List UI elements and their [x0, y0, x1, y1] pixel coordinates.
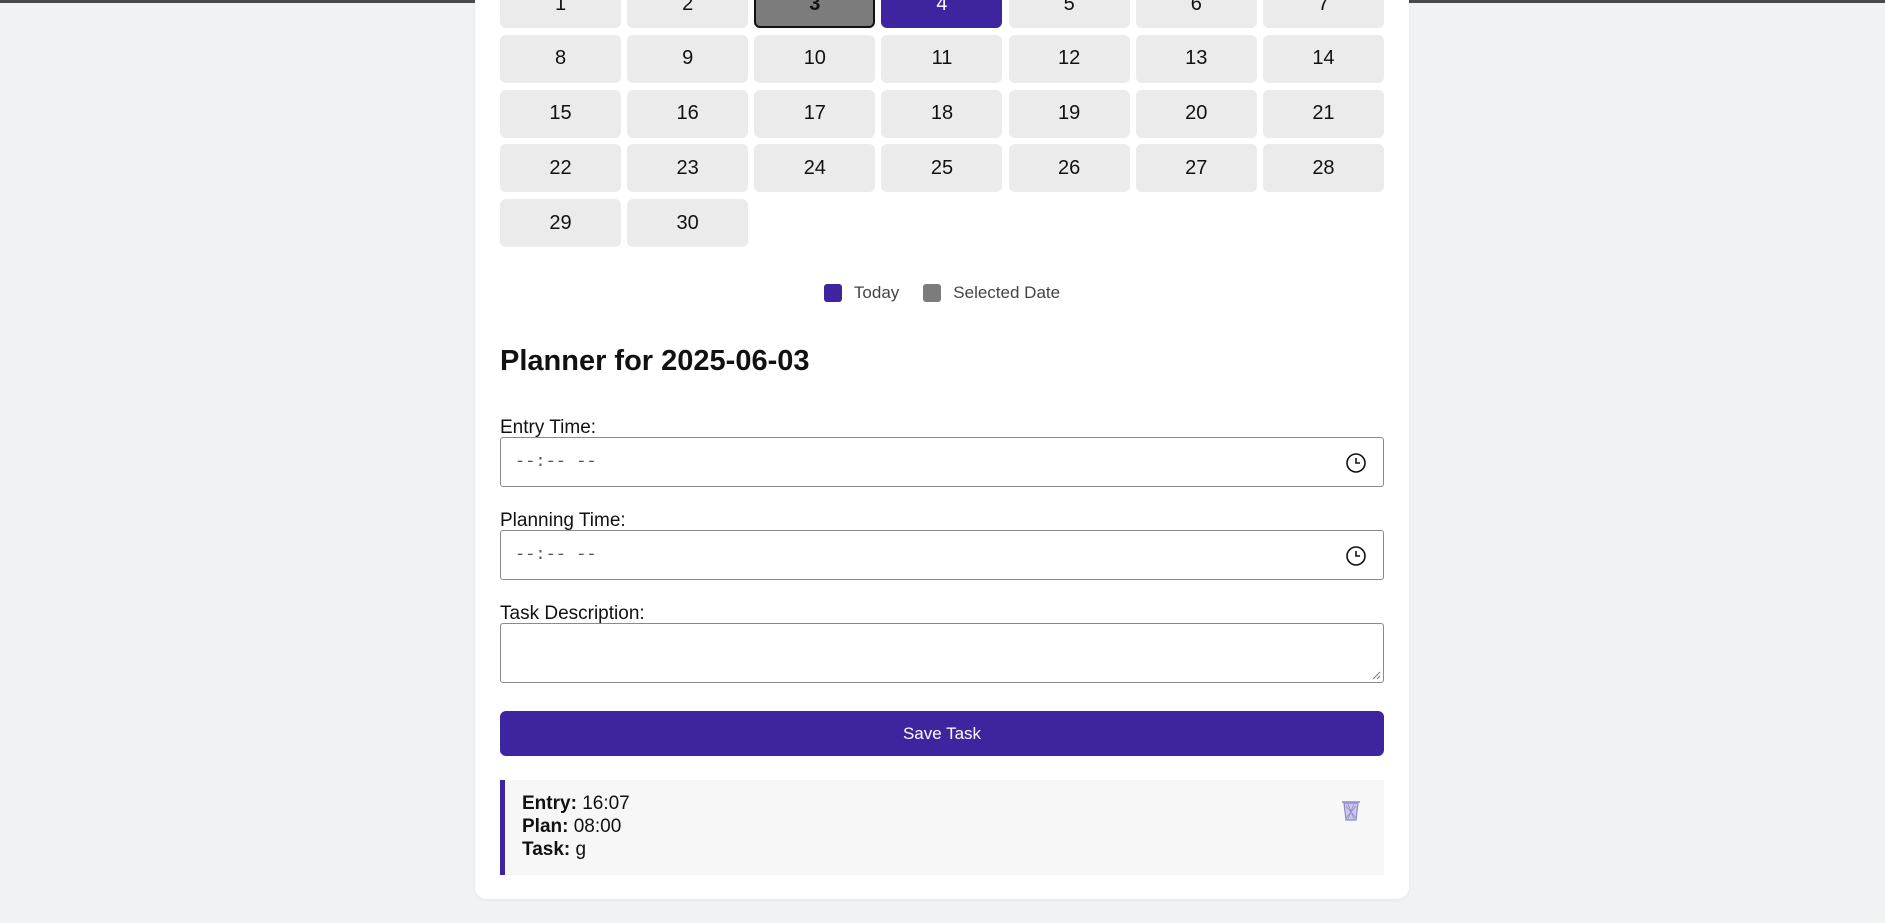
calendar-day[interactable]: 15: [500, 89, 621, 138]
calendar-day[interactable]: 23: [627, 144, 749, 193]
calendar-day[interactable]: 18: [881, 89, 1003, 138]
task-description-key: Task:: [522, 839, 571, 860]
calendar-day[interactable]: 8: [500, 34, 621, 83]
calendar-day[interactable]: 2: [627, 0, 749, 28]
calendar-day[interactable]: 13: [1135, 34, 1257, 83]
calendar-day[interactable]: 9: [627, 34, 749, 83]
task-description-input[interactable]: [500, 623, 1384, 683]
task-plan-key: Plan:: [522, 816, 569, 837]
calendar-day[interactable]: 19: [1008, 89, 1130, 138]
planner-title: Planner for 2025-06-03: [500, 345, 810, 377]
calendar-day[interactable]: 20: [1135, 89, 1257, 138]
trash-icon[interactable]: [1340, 798, 1362, 822]
legend-today: Today: [823, 283, 900, 303]
legend-selected-label: Selected Date: [953, 283, 1061, 302]
planning-time-input[interactable]: --:-- --: [500, 530, 1384, 580]
task-plan-line: Plan: 08:00: [522, 815, 1384, 838]
legend-today-label: Today: [853, 283, 900, 302]
calendar-day[interactable]: 17: [754, 89, 876, 138]
today-swatch: [823, 284, 842, 302]
task-entry-key: Entry:: [522, 793, 577, 814]
calendar-day[interactable]: 30: [627, 199, 749, 248]
calendar-day[interactable]: 25: [881, 144, 1003, 193]
selected-swatch: [923, 284, 942, 302]
entry-time-value: --:-- --: [515, 452, 597, 472]
calendar-day[interactable]: 7: [1262, 0, 1384, 28]
entry-time-input[interactable]: --:-- --: [500, 437, 1384, 487]
calendar-grid: 1 2 3 4 5 6 7 8 9 10 11 12 13 14 15 16 17 18 19 20 21 22 23 24 2…: [500, 0, 1384, 248]
calendar-day[interactable]: 28: [1262, 144, 1384, 193]
resize-handle-icon[interactable]: [1371, 670, 1381, 680]
calendar-day[interactable]: 10: [754, 34, 876, 83]
calendar-day[interactable]: 27: [1135, 144, 1257, 193]
calendar-day[interactable]: 6: [1135, 0, 1257, 28]
calendar-day[interactable]: 4: [881, 0, 1003, 28]
calendar-day[interactable]: 12: [1008, 34, 1130, 83]
task-description-label: Task Description:: [500, 603, 645, 624]
task-item: Entry: 16:07 Plan: 08:00 Task: g: [500, 780, 1384, 875]
legend-selected: Selected Date: [923, 283, 1060, 303]
calendar-legend: Today Selected Date: [475, 283, 1409, 303]
clock-icon[interactable]: [1345, 545, 1367, 567]
task-plan-value: 08:00: [573, 816, 622, 837]
task-description-text: g: [575, 839, 587, 860]
calendar-day[interactable]: 5: [1008, 0, 1130, 28]
calendar-day[interactable]: 29: [500, 199, 621, 248]
task-entry-value: 16:07: [582, 793, 630, 814]
save-task-button[interactable]: Save Task: [500, 711, 1384, 756]
calendar-day[interactable]: 21: [1262, 89, 1384, 138]
calendar-day[interactable]: 24: [754, 144, 876, 193]
entry-time-label: Entry Time:: [500, 417, 597, 438]
calendar-day[interactable]: 26: [1008, 144, 1130, 193]
planning-time-label: Planning Time:: [500, 510, 626, 531]
clock-icon[interactable]: [1345, 452, 1367, 474]
task-entry-line: Entry: 16:07: [522, 792, 1384, 815]
calendar-day[interactable]: 22: [500, 144, 621, 193]
calendar-day[interactable]: 3: [754, 0, 876, 28]
calendar-day[interactable]: 1: [500, 0, 621, 28]
task-description-line: Task: g: [522, 838, 1384, 861]
planner-card: 1 2 3 4 5 6 7 8 9 10 11 12 13 14 15 16 17 18 19 20 21 22 23 24 2…: [475, 0, 1409, 899]
calendar-day[interactable]: 11: [881, 34, 1003, 83]
planning-time-value: --:-- --: [515, 545, 597, 565]
calendar-day[interactable]: 16: [627, 89, 749, 138]
calendar-day[interactable]: 14: [1262, 34, 1384, 83]
